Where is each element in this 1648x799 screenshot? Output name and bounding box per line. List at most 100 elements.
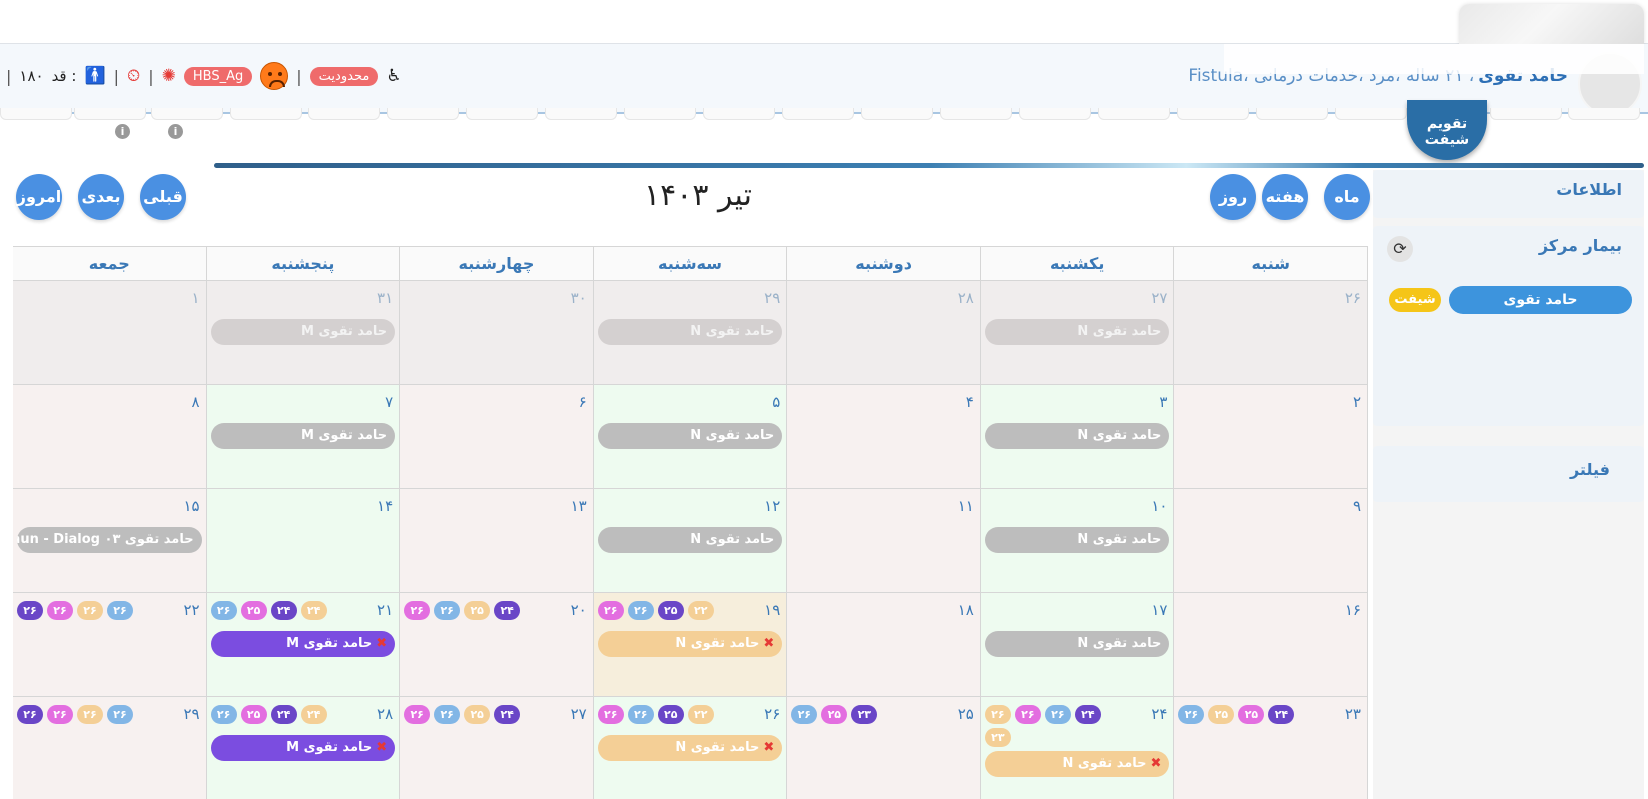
nav-tab[interactable] [308,108,380,120]
session-badge[interactable]: ۲۶ [1178,705,1205,724]
shift-event[interactable]: ✖حامد تقوی N [984,751,1170,777]
history-clock-icon[interactable]: ⏲ [127,67,140,85]
session-badge[interactable]: ۲۴ [300,705,327,724]
session-badge[interactable]: ۲۶ [77,705,104,724]
session-badge[interactable]: ۲۵ [240,601,267,620]
calendar-day-cell[interactable]: ۲۸ [787,281,981,385]
shift-event[interactable]: ✖حامد تقوی N [597,735,783,761]
window-tab[interactable] [1459,4,1644,44]
session-badge[interactable]: ۲۶ [47,705,74,724]
week-view-button[interactable]: هفته [1262,174,1308,220]
calendar-day-cell[interactable]: ۱۲ حامد تقوی N [593,489,788,593]
calendar-day-cell[interactable]: ۸ [13,385,207,489]
calendar-day-cell[interactable]: ۱۴ [206,489,401,593]
nav-tab[interactable] [624,108,696,120]
session-badge[interactable]: ۲۶ [404,705,431,724]
session-badge[interactable]: ۲۴ [1268,705,1295,724]
nav-tab[interactable] [782,108,854,120]
session-badge[interactable]: ۲۳ [984,728,1011,747]
calendar-day-cell[interactable]: ۲۶ [1174,281,1368,385]
calendar-day-cell[interactable]: ۱۳ [400,489,594,593]
calendar-day-cell[interactable]: ۱۰ حامد تقوی N [980,489,1175,593]
session-badge[interactable]: ۲۶ [627,601,654,620]
cancel-icon[interactable]: ✖ [763,740,774,755]
shift-event[interactable]: حامد تقوی N [984,319,1170,345]
nav-tab[interactable] [545,108,617,120]
shift-badge[interactable]: شیفت [1389,288,1441,312]
nav-tab[interactable] [1335,108,1407,120]
nav-tab[interactable] [1177,108,1249,120]
session-badge[interactable]: ۲۶ [434,705,461,724]
calendar-day-cell[interactable]: ۱۹ ۲۶ ۲۶ ۲۵ ۲۲ ✖حامد تقوی N [593,593,788,697]
session-badge[interactable]: ۲۶ [47,601,74,620]
info-icon[interactable]: i [115,124,130,139]
session-badge[interactable]: ۲۵ [464,705,491,724]
calendar-day-cell[interactable]: ۱۶ [1174,593,1368,697]
shift-event[interactable]: حامد تقوی M [210,319,396,345]
restriction-badge[interactable]: محدودیت [309,66,379,86]
nav-tab[interactable] [1568,108,1640,120]
cancel-icon[interactable]: ✖ [376,636,387,651]
nav-tab[interactable] [1256,108,1328,120]
session-badge[interactable]: ۲۲ [687,705,714,724]
nav-tab[interactable] [703,108,775,120]
calendar-day-cell[interactable]: ۲ [1174,385,1368,489]
calendar-day-cell[interactable]: ۶ [400,385,594,489]
today-button[interactable]: امروز [16,174,62,220]
nav-tab[interactable] [1490,108,1562,120]
calendar-day-cell[interactable]: ۲۶ ۲۶ ۲۶ ۲۵ ۲۲ ✖حامد تقوی N [593,697,788,799]
nav-tab[interactable] [466,108,538,120]
info-icon[interactable]: i [168,124,183,139]
session-badge[interactable]: ۲۵ [657,705,684,724]
session-badge[interactable]: ۲۶ [404,601,431,620]
shift-event[interactable]: حامد تقوی N [984,631,1170,657]
calendar-day-cell[interactable]: ۲۵ ۲۶ ۲۵ ۲۳ [787,697,981,799]
calendar-day-cell[interactable]: ۷ حامد تقوی M [206,385,401,489]
shift-event[interactable]: حامد تقوی N [984,423,1170,449]
shift-event[interactable]: حامد تقوی ۰۳ aun - Dialog... [17,527,202,553]
nav-tab[interactable] [74,108,146,120]
shift-event[interactable]: ✖حامد تقوی N [597,631,783,657]
session-badge[interactable]: ۲۶ [597,705,624,724]
calendar-day-cell[interactable]: ۱ [13,281,207,385]
session-badge[interactable]: ۲۶ [1014,705,1041,724]
session-badge[interactable]: ۲۶ [210,601,237,620]
calendar-day-cell[interactable]: ۱۵ حامد تقوی ۰۳ aun - Dialog... [13,489,207,593]
session-badge[interactable]: ۲۵ [657,601,684,620]
session-badge[interactable]: ۲۶ [434,601,461,620]
session-badge[interactable]: ۲۲ [687,601,714,620]
calendar-day-cell[interactable]: ۲۷ حامد تقوی N [980,281,1175,385]
nav-tab[interactable] [1098,108,1170,120]
month-view-button[interactable]: ماه [1324,174,1370,220]
session-badge[interactable]: ۲۴ [270,601,297,620]
session-badge[interactable]: ۲۴ [1074,705,1101,724]
virus-icon[interactable]: ✺ [162,67,176,85]
session-badge[interactable]: ۲۶ [107,601,134,620]
session-badge[interactable]: ۲۶ [791,705,818,724]
calendar-day-cell[interactable]: ۲۸ ۲۶ ۲۵ ۲۴ ۲۴ ✖حامد تقوی M [206,697,401,799]
calendar-day-cell[interactable]: ۵ حامد تقوی N [593,385,788,489]
session-badge[interactable]: ۲۳ [851,705,878,724]
shift-event[interactable]: ✖حامد تقوی M [210,631,396,657]
session-badge[interactable]: ۲۴ [300,601,327,620]
session-badge[interactable]: ۲۶ [627,705,654,724]
nav-tab[interactable] [940,108,1012,120]
prev-button[interactable]: قبلی [140,174,186,220]
session-badge[interactable]: ۲۶ [17,705,44,724]
session-badge[interactable]: ۲۶ [107,705,134,724]
calendar-day-cell[interactable]: ۲۹ حامد تقوی N [593,281,788,385]
session-badge[interactable]: ۲۵ [1238,705,1265,724]
calendar-day-cell[interactable]: ۴ [787,385,981,489]
shift-event[interactable]: حامد تقوی N [984,527,1170,553]
calendar-day-cell[interactable]: ۲۹ ۲۶ ۲۶ ۲۶ ۲۶ [13,697,207,799]
session-badge[interactable]: ۲۶ [984,705,1011,724]
shift-event[interactable]: حامد تقوی N [597,319,783,345]
session-badge[interactable]: ۲۶ [1044,705,1071,724]
shift-event[interactable]: حامد تقوی N [597,527,783,553]
calendar-day-cell[interactable]: ۲۷ ۲۶ ۲۶ ۲۵ ۲۴ [400,697,594,799]
session-badge[interactable]: ۲۶ [210,705,237,724]
tab-shift-calendar[interactable]: تقویم شیفت [1407,100,1487,160]
calendar-day-cell[interactable]: ۲۱ ۲۶ ۲۵ ۲۴ ۲۴ ✖حامد تقوی M [206,593,401,697]
calendar-day-cell[interactable]: ۱۸ [787,593,981,697]
shift-event[interactable]: حامد تقوی N [597,423,783,449]
